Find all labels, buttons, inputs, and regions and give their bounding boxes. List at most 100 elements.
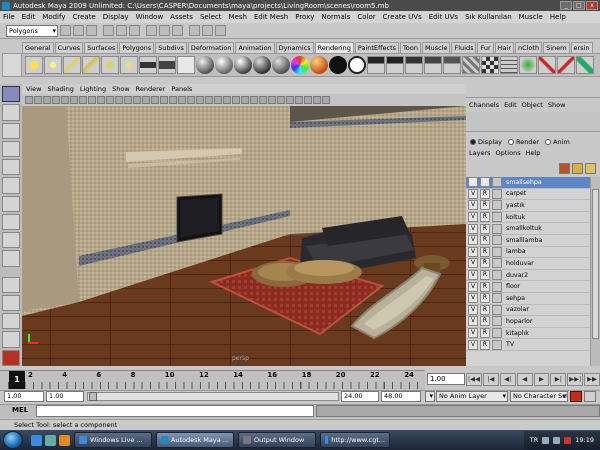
surface-shader-icon[interactable] <box>329 56 347 74</box>
playback-button[interactable]: ▶| <box>550 373 567 386</box>
render-icon[interactable] <box>189 25 200 36</box>
snap-point-icon[interactable] <box>172 25 183 36</box>
layer-reference-toggle[interactable]: R <box>480 200 490 211</box>
layer-reference-toggle[interactable]: R <box>480 188 490 199</box>
menu-13[interactable]: Create UVs <box>383 13 422 21</box>
select-tool-icon[interactable] <box>2 86 20 103</box>
menu-17[interactable]: Help <box>550 13 566 21</box>
shelf-tab[interactable]: Fur <box>477 42 494 53</box>
panel-tool-icon[interactable] <box>250 96 258 104</box>
shelf-tab[interactable]: Deformation <box>187 42 235 53</box>
panel-tool-icon[interactable] <box>124 96 132 104</box>
batch-render-icon[interactable] <box>443 56 461 74</box>
layer-visibility-toggle[interactable]: V <box>468 235 478 246</box>
panel-tool-icon[interactable] <box>169 96 177 104</box>
playback-button[interactable]: |◀◀ <box>466 373 482 386</box>
layer-row[interactable]: V Rkitaplık <box>466 328 590 340</box>
layer-reference-toggle[interactable]: R <box>480 339 490 350</box>
layer-color-swatch[interactable] <box>492 293 502 304</box>
ramp-shader-icon[interactable] <box>291 56 309 74</box>
menu-3[interactable]: Create <box>72 13 95 21</box>
show-manipulator-icon[interactable] <box>2 232 20 249</box>
panel-tool-icon[interactable] <box>52 96 60 104</box>
panel-menu-item[interactable]: Renderer <box>136 85 166 93</box>
panel-tool-icon[interactable] <box>259 96 267 104</box>
layer-row[interactable]: V Rsmallsehpa <box>466 177 590 189</box>
light-linking-icon[interactable] <box>538 56 556 74</box>
layer-color-swatch[interactable] <box>492 281 502 292</box>
shelf-tab[interactable]: PaintEffects <box>354 42 400 53</box>
panel-tool-icon[interactable] <box>205 96 213 104</box>
playback-button[interactable]: ◀ <box>516 373 533 386</box>
layer-color-swatch[interactable] <box>492 212 502 223</box>
layer-reference-toggle[interactable]: R <box>480 281 490 292</box>
shelf-tab[interactable]: Muscle <box>421 42 451 53</box>
texture-icon[interactable] <box>462 56 480 74</box>
panel-tool-icon[interactable] <box>277 96 285 104</box>
panel-tool-icon[interactable] <box>133 96 141 104</box>
snap-grid-icon[interactable] <box>146 25 157 36</box>
layer-visibility-toggle[interactable]: V <box>468 200 478 211</box>
taskbar-button[interactable]: Output Window <box>238 432 316 448</box>
layer-row[interactable]: V Rfloor <box>466 281 590 293</box>
layer-reference-toggle[interactable]: R <box>480 235 490 246</box>
menu-16[interactable]: Muscle <box>519 13 543 21</box>
layer-reference-toggle[interactable]: R <box>480 258 490 269</box>
scale-tool-icon[interactable] <box>2 177 20 194</box>
panel-tool-icon[interactable] <box>61 96 69 104</box>
range-slider[interactable] <box>87 392 339 401</box>
menu-5[interactable]: Window <box>136 13 164 21</box>
playback-button[interactable]: ▶ <box>533 373 550 386</box>
channel-box-menu-item[interactable]: Show <box>548 101 566 109</box>
new-layer-selected-icon[interactable] <box>572 162 583 174</box>
character-set-dropdown[interactable]: No Character Set <box>510 391 568 402</box>
panel-menu-item[interactable]: Show <box>112 85 130 93</box>
panel-tool-icon[interactable] <box>34 96 42 104</box>
layer-color-swatch[interactable] <box>492 235 502 246</box>
panel-tool-icon[interactable] <box>232 96 240 104</box>
layer-row[interactable]: V Rhoparlor <box>466 316 590 328</box>
playback-button[interactable]: ▶▶| <box>567 373 584 386</box>
render-settings-icon[interactable] <box>215 25 226 36</box>
soft-mod-tool-icon[interactable] <box>2 213 20 231</box>
maximize-button[interactable]: □ <box>573 1 585 10</box>
shelf-tab[interactable]: Surfaces <box>84 42 119 53</box>
menu-15[interactable]: Sık Kullanılan <box>465 13 512 21</box>
shelf-tab[interactable]: Fluids <box>451 42 477 53</box>
camera-aim-icon[interactable] <box>158 56 176 74</box>
security-icon[interactable] <box>564 436 572 444</box>
ipr-icon[interactable] <box>405 56 423 74</box>
shelf-tab[interactable]: Dynamics <box>275 42 314 53</box>
layer-reference-toggle[interactable]: R <box>480 316 490 327</box>
render-layout-icon[interactable] <box>2 349 20 366</box>
shelf-tab[interactable]: Curves <box>54 42 84 53</box>
shelf-tab[interactable]: Polygons <box>119 42 155 53</box>
animation-end-field[interactable]: 48.00 <box>381 391 421 402</box>
taskbar-button[interactable]: Autodesk Maya ... <box>156 432 234 448</box>
blinn-material-icon[interactable] <box>215 56 233 74</box>
lambert-material-icon[interactable] <box>196 56 214 74</box>
menu-2[interactable]: Modify <box>42 13 65 21</box>
shelf-tab[interactable]: Toon <box>400 42 421 53</box>
new-layer-icon[interactable] <box>559 162 570 174</box>
layer-visibility-toggle[interactable]: V <box>468 316 478 327</box>
lasso-tool-icon[interactable] <box>2 104 20 121</box>
layer-reference-toggle[interactable]: R <box>480 304 490 315</box>
auto-key-icon[interactable] <box>570 391 582 402</box>
volume-icon[interactable] <box>553 436 561 444</box>
last-tool-icon[interactable] <box>2 250 20 267</box>
channel-box-menu-item[interactable]: Object <box>522 101 543 109</box>
panel-tool-icon[interactable] <box>151 96 159 104</box>
layer-list-scrollbar[interactable] <box>590 177 600 366</box>
layer-reference-toggle[interactable]: R <box>480 270 490 281</box>
layer-row[interactable]: V Rkoltuk <box>466 212 590 224</box>
phong-material-icon[interactable] <box>234 56 252 74</box>
menu-4[interactable]: Display <box>103 13 129 21</box>
taskbar-button[interactable]: http://www.cgt... <box>320 432 390 448</box>
snap-curve-icon[interactable] <box>159 25 170 36</box>
select-component-icon[interactable] <box>129 25 140 36</box>
panel-tool-icon[interactable] <box>106 96 114 104</box>
paint-select-tool-icon[interactable] <box>2 122 20 139</box>
panel-tool-icon[interactable] <box>70 96 78 104</box>
layer-color-swatch[interactable] <box>492 177 502 188</box>
